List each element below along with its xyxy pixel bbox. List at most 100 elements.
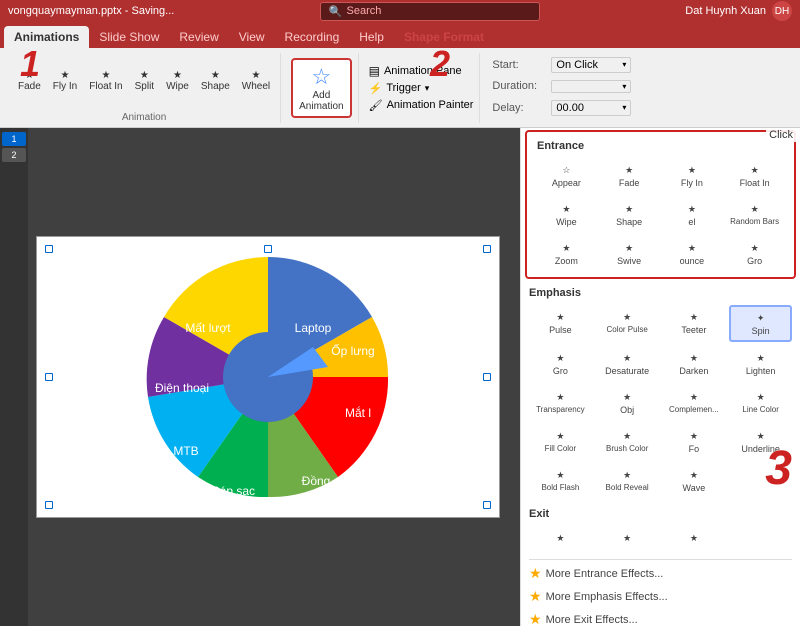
slide-thumb-2[interactable]: 2	[2, 148, 26, 162]
search-box[interactable]: 🔍 Search	[320, 2, 540, 21]
tab-review[interactable]: Review	[169, 26, 228, 48]
anim-swive[interactable]: ★ Swive	[600, 236, 659, 271]
wipe-btn[interactable]: ★ Wipe	[162, 68, 193, 94]
animation-painter-btn[interactable]: 🖌 Animation Painter	[369, 99, 474, 112]
anim-bounce[interactable]: ★ ounce	[663, 236, 722, 271]
flyin-btn[interactable]: ★ Fly In	[49, 68, 81, 94]
start-value: On Click	[556, 59, 598, 71]
animation-painter-icon: 🖌	[369, 99, 383, 112]
anim-underline[interactable]: ★ Underline	[729, 424, 792, 459]
anim-desaturate[interactable]: ★ Desaturate	[596, 346, 659, 381]
animation-panel: 3 Click Entrance ☆ Appear ★ Fade ★ Fly I…	[520, 128, 800, 626]
anim-exit-2[interactable]: ★	[596, 526, 659, 549]
anim-exit-1[interactable]: ★	[529, 526, 592, 549]
anim-gro-em[interactable]: ★ Gro	[529, 346, 592, 381]
anim-complement[interactable]: ★ Complemen...	[663, 385, 726, 420]
anim-brush-color[interactable]: ★ Brush Color	[596, 424, 659, 459]
duration-dropdown[interactable]: ▾	[551, 80, 631, 93]
anim-flyin[interactable]: ★ Fly In	[663, 158, 722, 193]
anim-el[interactable]: ★ el	[663, 197, 722, 232]
anim-darken[interactable]: ★ Darken	[663, 346, 726, 381]
shape-icon: ★	[211, 70, 220, 81]
selection-handle-ml[interactable]	[45, 373, 53, 381]
anim-wipe[interactable]: ★ Wipe	[537, 197, 596, 232]
anim-zoom[interactable]: ★ Zoom	[537, 236, 596, 271]
zoom-icon: ★	[562, 243, 570, 254]
tab-slideshow[interactable]: Slide Show	[89, 26, 169, 48]
split-btn[interactable]: ★ Split	[131, 68, 158, 94]
selection-handle-bl[interactable]	[45, 501, 53, 509]
slide-thumbnail-list: 1 2	[0, 128, 28, 626]
delay-label: Delay:	[492, 102, 547, 114]
shape-btn[interactable]: ★ Shape	[197, 68, 234, 94]
pulse-label: Pulse	[549, 325, 572, 335]
selection-handle-br[interactable]	[483, 501, 491, 509]
more-emphasis-label: More Emphasis Effects...	[546, 591, 668, 603]
more-exit-link[interactable]: ★ More Exit Effects...	[529, 608, 792, 626]
darken-label: Darken	[679, 366, 708, 376]
anim-pulse[interactable]: ★ Pulse	[529, 305, 592, 342]
emphasis-section: Emphasis ★ Pulse ★ Color Pulse ★ Teeter …	[521, 281, 800, 502]
main-content: 1 2	[0, 128, 800, 626]
anim-appear[interactable]: ☆ Appear	[537, 158, 596, 193]
anim-obj[interactable]: ★ Obj	[596, 385, 659, 420]
anim-bold-reveal[interactable]: ★ Bold Reveal	[596, 463, 659, 498]
selection-handle-tl[interactable]	[45, 245, 53, 253]
anim-lighten[interactable]: ★ Lighten	[729, 346, 792, 381]
anim-bold-flash[interactable]: ★ Bold Flash	[529, 463, 592, 498]
anim-gro-e[interactable]: ★ Gro	[725, 236, 784, 271]
start-dropdown[interactable]: On Click ▾	[551, 57, 631, 73]
tab-animations[interactable]: Animations	[4, 26, 89, 48]
delay-dropdown[interactable]: 00.00 ▾	[551, 100, 631, 116]
more-exit-icon: ★	[529, 611, 542, 626]
label-mtb: MTB	[173, 444, 198, 458]
animation-pane-icon: ▤	[369, 64, 380, 78]
anim-fo[interactable]: ★ Fo	[663, 424, 726, 459]
title-bar-right: Dat Huynh Xuan DH	[685, 1, 792, 21]
floatin-btn[interactable]: ★ Float In	[85, 68, 126, 94]
add-animation-label: Add	[312, 90, 330, 101]
spin-icon: ✦	[757, 313, 765, 324]
selection-handle-mr[interactable]	[483, 373, 491, 381]
zoom-label: Zoom	[555, 256, 578, 266]
flyin2-icon: ★	[688, 165, 696, 176]
slide-canvas[interactable]: Laptop Ốp lưng Mắt l Đồng Cáp sạc MTB Đi…	[36, 236, 500, 518]
anim-spin[interactable]: ✦ Spin	[729, 305, 792, 342]
label-mat-luot: Mất lượt	[185, 321, 231, 335]
more-emphasis-link[interactable]: ★ More Emphasis Effects...	[529, 585, 792, 608]
anim-fade[interactable]: ★ Fade	[600, 158, 659, 193]
animation-pane-btn[interactable]: ▤ Animation Pane	[369, 64, 474, 78]
floatin-icon: ★	[101, 70, 110, 81]
anim-wave[interactable]: ★ Wave	[663, 463, 726, 498]
anim-transparency[interactable]: ★ Transparency	[529, 385, 592, 420]
anim-fill-color[interactable]: ★ Fill Color	[529, 424, 592, 459]
click-label: Click	[766, 128, 796, 142]
anim-shape[interactable]: ★ Shape	[600, 197, 659, 232]
tab-recording[interactable]: Recording	[275, 26, 350, 48]
search-placeholder: Search	[347, 5, 382, 17]
entrance-section: Entrance ☆ Appear ★ Fade ★ Fly In ★ Floa…	[525, 130, 796, 279]
brush-color-icon: ★	[623, 431, 631, 442]
wipe-label: Wipe	[166, 81, 189, 92]
anim-floatin[interactable]: ★ Float In	[725, 158, 784, 193]
transparency-label: Transparency	[536, 405, 585, 414]
selection-handle-tm[interactable]	[264, 245, 272, 253]
tab-view[interactable]: View	[229, 26, 275, 48]
flyin2-label: Fly In	[681, 178, 703, 188]
anim-random-bars[interactable]: ★ Random Bars	[725, 197, 784, 232]
exit2-icon: ★	[623, 533, 631, 544]
anim-exit-3[interactable]: ★	[663, 526, 726, 549]
anim-teeter[interactable]: ★ Teeter	[663, 305, 726, 342]
exit-section: Exit ★ ★ ★	[521, 502, 800, 553]
add-animation-button[interactable]: ☆ Add Animation	[291, 58, 351, 118]
slide-thumb-1[interactable]: 1	[2, 132, 26, 146]
complement-label: Complemen...	[669, 405, 719, 414]
tab-help[interactable]: Help	[349, 26, 394, 48]
more-entrance-link[interactable]: ★ More Entrance Effects...	[529, 562, 792, 585]
wheel-btn[interactable]: ★ Wheel	[238, 68, 274, 94]
anim-color-pulse[interactable]: ★ Color Pulse	[596, 305, 659, 342]
selection-handle-tr[interactable]	[483, 245, 491, 253]
anim-line-color[interactable]: ★ Line Color	[729, 385, 792, 420]
entrance-label: Entrance	[529, 134, 792, 154]
trigger-btn[interactable]: ⚡ Trigger ▾	[369, 82, 474, 95]
